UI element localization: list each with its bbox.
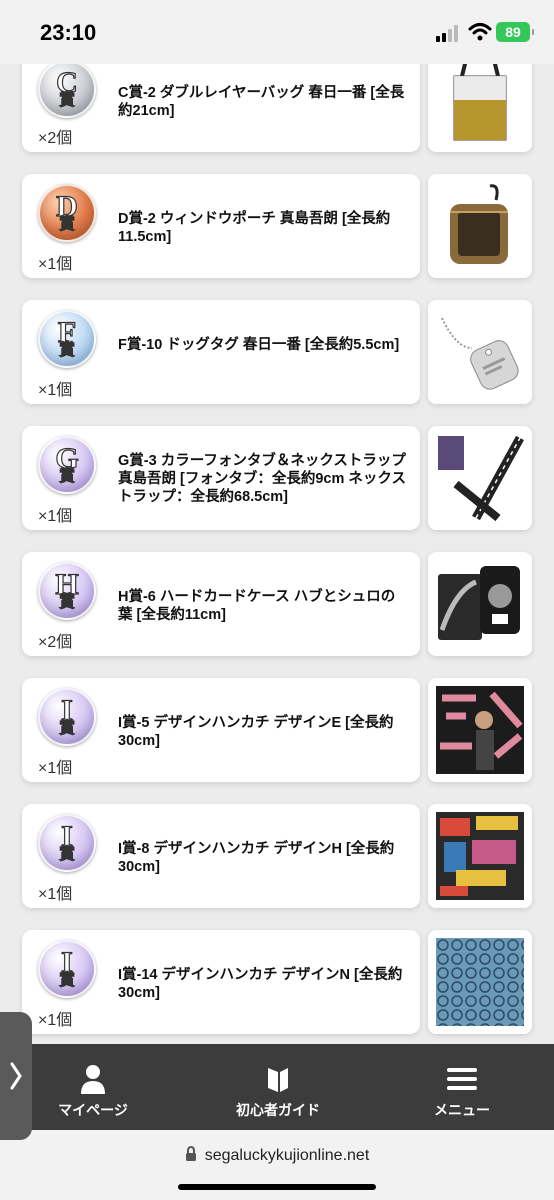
bag-image-icon <box>453 59 507 141</box>
prize-thumbnail[interactable] <box>428 804 532 908</box>
prize-title: I賞-8 デザインハンカチ デザインH [全長約30cm] <box>118 841 395 875</box>
nav-beginner-guide[interactable]: 初心者ガイド <box>222 1044 334 1130</box>
nav-mypage[interactable]: マイページ <box>40 1044 146 1130</box>
grade-badge-icon: H 賞 <box>38 562 96 620</box>
nav-menu-label: メニュー <box>434 1102 490 1118</box>
browser-address-bar[interactable]: segaluckykujionline.net <box>0 1130 554 1200</box>
cellular-signal-icon <box>436 24 460 42</box>
prize-card[interactable]: I 賞 I賞-5 デザインハンカチ デザインE [全長約30cm] ×1個 <box>22 678 420 782</box>
prize-thumbnail[interactable] <box>428 552 532 656</box>
handkerchief-e-image-icon <box>436 686 524 774</box>
prize-thumbnail[interactable] <box>428 678 532 782</box>
nav-guide-label: 初心者ガイド <box>236 1102 320 1118</box>
pouch-image-icon <box>450 184 508 264</box>
home-indicator <box>178 1184 376 1190</box>
chevron-right-icon <box>10 1062 22 1090</box>
hamburger-menu-icon <box>447 1064 477 1094</box>
strap-image-icon <box>438 435 524 522</box>
cardcase-image-icon <box>438 566 520 640</box>
prize-count: ×2個 <box>38 634 73 651</box>
grade-badge-icon: I 賞 <box>38 814 96 872</box>
prize-title: G賞-3 カラーフォンタブ＆ネックストラップ 真島吾朗 [フォンタブ：全長約9c… <box>118 453 406 505</box>
prize-card[interactable]: F 賞 F賞-10 ドッグタグ 春日一番 [全長約5.5cm] ×1個 <box>22 300 420 404</box>
grade-badge-icon: G 賞 <box>38 436 96 494</box>
handkerchief-h-image-icon <box>436 812 524 900</box>
prize-thumbnail[interactable] <box>428 174 532 278</box>
prize-count: ×2個 <box>38 130 73 147</box>
wifi-icon <box>468 23 492 41</box>
url-display[interactable]: segaluckykujionline.net <box>0 1146 554 1165</box>
prize-card[interactable]: G 賞 G賞-3 カラーフォンタブ＆ネックストラップ 真島吾朗 [フォンタブ：全… <box>22 426 420 530</box>
status-bar: 23:10 89 <box>0 0 554 64</box>
nav-mypage-label: マイページ <box>58 1102 128 1118</box>
prize-card[interactable]: I 賞 I賞-14 デザインハンカチ デザインN [全長約30cm] ×1個 <box>22 930 420 1034</box>
prize-title: H賞-6 ハードカードケース ハブとシュロの葉 [全長約11cm] <box>118 589 396 623</box>
grade-badge-icon: F 賞 <box>38 310 96 368</box>
handkerchief-n-image-icon <box>436 938 524 1026</box>
person-icon <box>80 1064 106 1094</box>
prize-thumbnail[interactable] <box>428 426 532 530</box>
prize-title: C賞-2 ダブルレイヤーバッグ 春日一番 [全長約21cm] <box>118 85 405 119</box>
prize-count: ×1個 <box>38 760 73 777</box>
prize-card[interactable]: I 賞 I賞-8 デザインハンカチ デザインH [全長約30cm] ×1個 <box>22 804 420 908</box>
battery-icon: 89 <box>496 22 534 42</box>
prize-card[interactable]: D 賞 D賞-2 ウィンドウポーチ 真島吾朗 [全長約11.5cm] ×1個 <box>22 174 420 278</box>
prize-thumbnail[interactable] <box>428 930 532 1034</box>
url-text: segaluckykujionline.net <box>204 1147 370 1164</box>
screen: C 賞 C賞-2 ダブルレイヤーバッグ 春日一番 [全長約21cm] ×2個 D… <box>0 0 554 1200</box>
nav-menu[interactable]: メニュー <box>414 1044 510 1130</box>
grade-badge-icon: C 賞 <box>38 60 96 118</box>
prize-thumbnail[interactable] <box>428 300 532 404</box>
prize-title: I賞-14 デザインハンカチ デザインN [全長約30cm] <box>118 967 403 1001</box>
prize-count: ×1個 <box>38 382 73 399</box>
side-drawer-tab[interactable] <box>0 1012 32 1140</box>
prize-card[interactable]: H 賞 H賞-6 ハードカードケース ハブとシュロの葉 [全長約11cm] ×2… <box>22 552 420 656</box>
status-time: 23:10 <box>40 20 97 45</box>
bottom-nav: マイページ 初心者ガイド メニュー <box>0 1044 554 1130</box>
prize-count: ×1個 <box>38 886 73 903</box>
prize-title: D賞-2 ウィンドウポーチ 真島吾朗 [全長約11.5cm] <box>118 211 391 245</box>
prize-count: ×1個 <box>38 1012 73 1029</box>
prize-title: F賞-10 ドッグタグ 春日一番 [全長約5.5cm] <box>118 337 400 353</box>
grade-badge-icon: D 賞 <box>38 184 96 242</box>
prize-title: I賞-5 デザインハンカチ デザインE [全長約30cm] <box>118 715 394 749</box>
lock-icon <box>185 1146 196 1161</box>
grade-badge-icon: I 賞 <box>38 940 96 998</box>
prize-count: ×1個 <box>38 256 73 273</box>
prize-count: ×1個 <box>38 508 73 525</box>
dogtag-image-icon <box>441 317 519 390</box>
grade-badge-icon: I 賞 <box>38 688 96 746</box>
book-icon <box>266 1064 290 1094</box>
